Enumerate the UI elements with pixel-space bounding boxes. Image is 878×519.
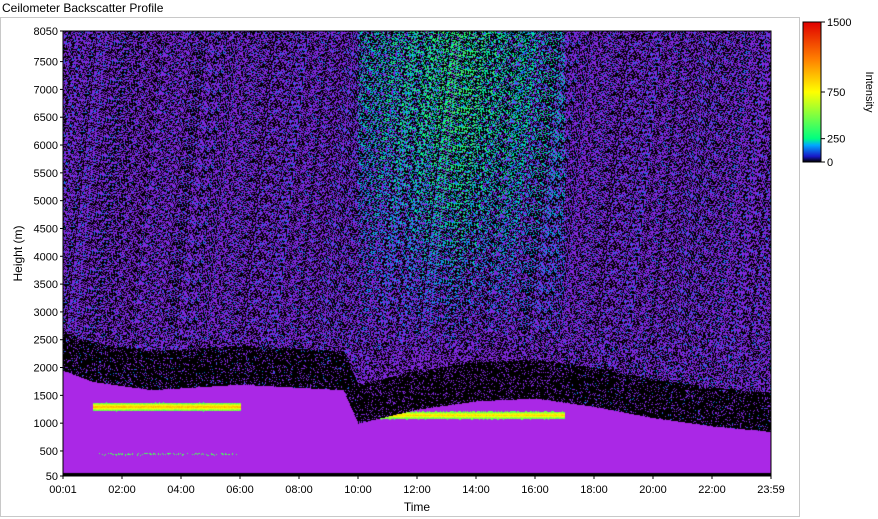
- colorbar: 1500 750 250 0 Intensity: [802, 17, 875, 169]
- y-tick-label: 6500: [34, 112, 58, 124]
- x-tick-label: 00:01: [49, 484, 77, 496]
- y-tick-label: 1000: [34, 418, 58, 430]
- x-tick-label: 22:00: [698, 484, 726, 496]
- y-tick-label: 4000: [34, 251, 58, 263]
- colorbar-tick-label: 250: [827, 134, 845, 146]
- x-tick-label: 02:00: [108, 484, 136, 496]
- colorbar-scale: [802, 21, 822, 163]
- y-tick-label: 2000: [34, 363, 58, 375]
- x-axis-label: Time: [404, 500, 431, 514]
- plot-area[interactable]: [62, 30, 772, 477]
- y-tick-label: 6000: [34, 140, 58, 152]
- y-tick-label: 7500: [34, 57, 58, 69]
- x-tick-label: 12:00: [403, 484, 431, 496]
- y-tick-label: 7000: [34, 84, 58, 96]
- x-tick-label: 14:00: [462, 484, 490, 496]
- y-tick-label: 50: [46, 471, 58, 483]
- x-tick-label: 18:00: [580, 484, 608, 496]
- x-tick-label: 20:00: [639, 484, 667, 496]
- x-tick-label: 23:59: [757, 484, 785, 496]
- colorbar-tick-label: 750: [827, 87, 845, 99]
- y-tick-label: 3000: [34, 307, 58, 319]
- x-tick-label: 08:00: [285, 484, 313, 496]
- x-tick-label: 10:00: [344, 484, 372, 496]
- y-tick-label: 8050: [34, 26, 58, 38]
- y-tick-label: 500: [40, 446, 58, 458]
- y-tick-label: 5000: [34, 196, 58, 208]
- x-tick-label: 04:00: [167, 484, 195, 496]
- colorbar-tick-label: 1500: [827, 17, 851, 29]
- x-tick-label: 16:00: [521, 484, 549, 496]
- backscatter-chart: 8050750070006500600055005000450040003500…: [11, 17, 875, 514]
- y-tick-label: 5500: [34, 168, 58, 180]
- y-tick-label: 2500: [34, 335, 58, 347]
- y-tick-label: 3500: [34, 279, 58, 291]
- y-tick-label: 1500: [34, 390, 58, 402]
- y-axis-label: Height (m): [11, 225, 25, 281]
- colorbar-label: Intensity: [863, 72, 875, 113]
- heatmap-image: [63, 31, 771, 476]
- colorbar-tick-label: 0: [827, 157, 833, 169]
- y-tick-label: 4500: [34, 223, 58, 235]
- x-tick-label: 06:00: [226, 484, 254, 496]
